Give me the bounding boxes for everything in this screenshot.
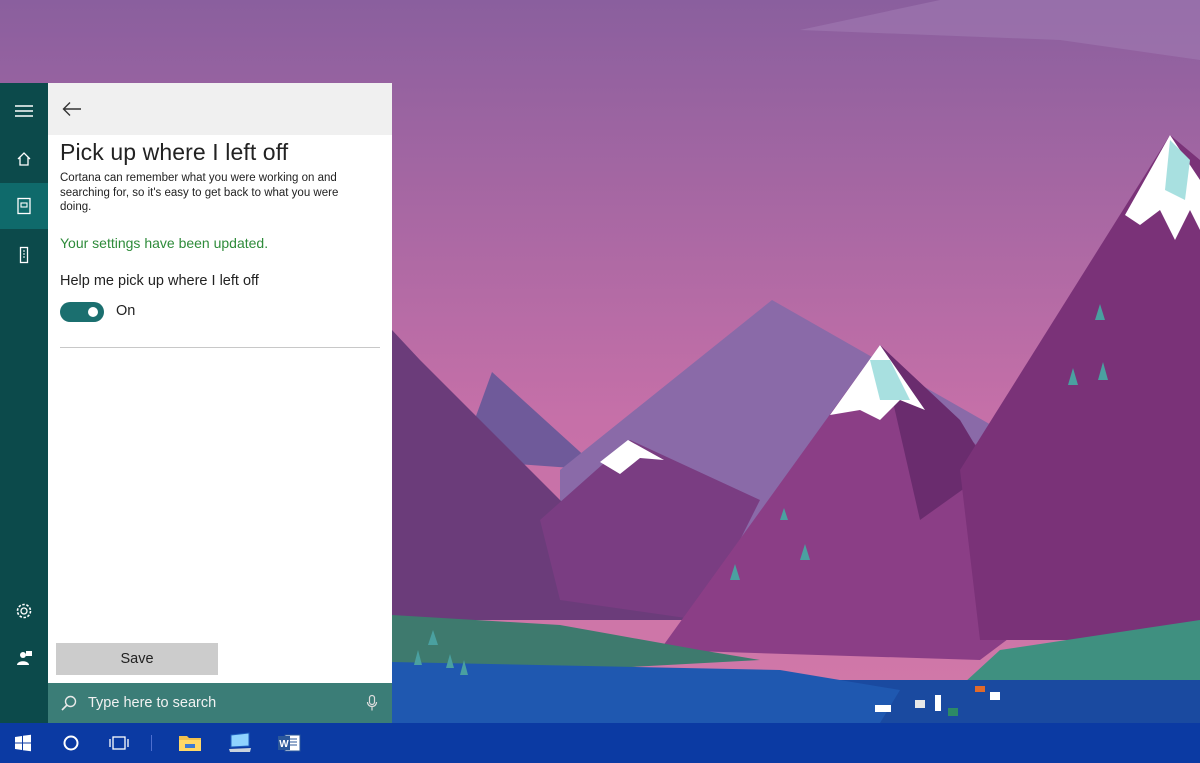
- task-view-icon: [108, 735, 130, 751]
- setting-label: Help me pick up where I left off: [60, 273, 259, 289]
- feedback-button[interactable]: [0, 635, 48, 681]
- settings-icon: [15, 602, 33, 620]
- task-view-button[interactable]: [96, 723, 142, 763]
- toggle-knob: [88, 307, 98, 317]
- panel-header: [48, 83, 392, 135]
- notebook-button[interactable]: [0, 183, 48, 229]
- device-icon: [18, 246, 30, 264]
- taskbar-search-box[interactable]: Type here to search: [48, 683, 392, 723]
- home-button[interactable]: [0, 136, 48, 182]
- search-input[interactable]: Type here to search: [88, 695, 216, 711]
- windows-logo-icon: [14, 734, 32, 752]
- devices-button[interactable]: [0, 232, 48, 278]
- notebook-icon: [16, 197, 32, 215]
- cortana-circle-icon: [62, 734, 80, 752]
- start-button[interactable]: [0, 723, 46, 763]
- back-arrow-icon: [62, 101, 82, 117]
- word-icon: W: [277, 733, 301, 753]
- description-text: Cortana can remember what you were worki…: [60, 171, 360, 215]
- menu-icon: [15, 104, 33, 118]
- settings-panel: Pick up where I left off Cortana can rem…: [48, 83, 392, 683]
- divider: [60, 347, 380, 348]
- taskbar: W: [0, 723, 1200, 763]
- cortana-button[interactable]: [48, 723, 94, 763]
- search-icon: [60, 694, 78, 712]
- computer-icon: [227, 732, 253, 754]
- svg-text:W: W: [279, 739, 289, 750]
- file-explorer-button[interactable]: [167, 723, 213, 763]
- this-pc-button[interactable]: [217, 723, 263, 763]
- toggle-state-label: On: [116, 303, 135, 319]
- back-button[interactable]: [56, 93, 88, 125]
- cortana-nav-rail: [0, 83, 48, 723]
- home-icon: [16, 151, 32, 167]
- status-message: Your settings have been updated.: [60, 235, 268, 251]
- file-explorer-icon: [178, 733, 202, 753]
- word-button[interactable]: W: [266, 723, 312, 763]
- page-title: Pick up where I left off: [60, 139, 380, 166]
- taskbar-separator: [151, 735, 152, 751]
- menu-button[interactable]: [0, 88, 48, 134]
- pick-up-toggle[interactable]: [60, 302, 104, 322]
- save-button[interactable]: Save: [56, 643, 218, 675]
- microphone-icon[interactable]: [366, 694, 378, 712]
- feedback-icon: [15, 649, 33, 667]
- settings-button[interactable]: [0, 588, 48, 634]
